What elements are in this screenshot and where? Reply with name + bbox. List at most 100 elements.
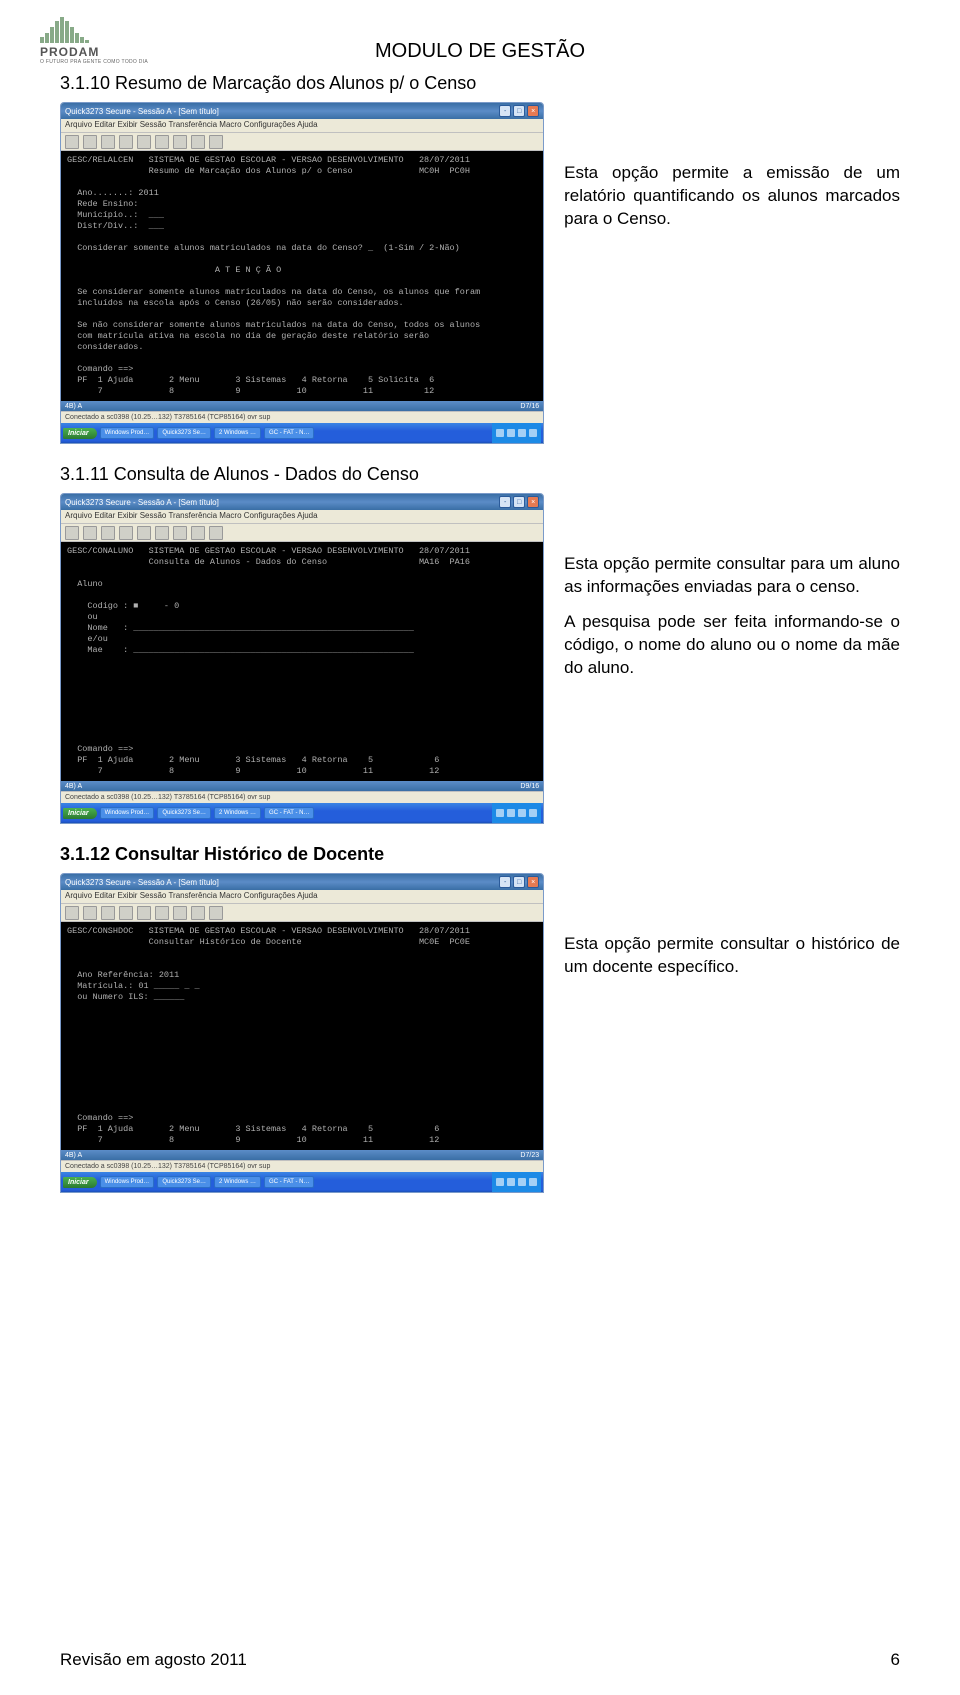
- toolbar-icon[interactable]: [65, 135, 79, 149]
- toolbar-icon[interactable]: [209, 906, 223, 920]
- start-button[interactable]: Iniciar: [63, 1177, 97, 1188]
- taskbar-item[interactable]: GC - FAT - N…: [264, 427, 314, 439]
- status-right: D7/23: [520, 1152, 539, 1159]
- toolbar-icon[interactable]: [209, 135, 223, 149]
- terminal-screen[interactable]: GESC/CONSHDOC SISTEMA DE GESTAO ESCOLAR …: [61, 922, 543, 1150]
- toolbar-icon[interactable]: [83, 906, 97, 920]
- section-block: Quick3273 Secure - Sessão A - [Sem títul…: [60, 493, 900, 824]
- toolbar-icon[interactable]: [101, 906, 115, 920]
- footer-page-number: 6: [891, 1650, 900, 1670]
- tray-icon[interactable]: [496, 1178, 504, 1186]
- taskbar-item[interactable]: Windows Prod…: [100, 807, 155, 819]
- tray-icon[interactable]: [507, 429, 515, 437]
- toolbar-icon[interactable]: [173, 526, 187, 540]
- section-block: Quick3273 Secure - Sessão A - [Sem títul…: [60, 102, 900, 444]
- tray-icon[interactable]: [518, 1178, 526, 1186]
- taskbar-item[interactable]: GC - FAT - N…: [264, 1176, 314, 1188]
- taskbar-item[interactable]: 2 Windows …: [214, 1176, 261, 1188]
- maximize-button[interactable]: □: [513, 496, 525, 508]
- page-footer: Revisão em agosto 2011 6: [60, 1650, 900, 1670]
- toolbar-icon[interactable]: [65, 526, 79, 540]
- taskbar-item[interactable]: Quick3273 Se…: [157, 1176, 211, 1188]
- toolbar-icon[interactable]: [155, 135, 169, 149]
- window-titlebar: Quick3273 Secure - Sessão A - [Sem títul…: [61, 874, 543, 890]
- terminal-screen[interactable]: GESC/RELALCEN SISTEMA DE GESTAO ESCOLAR …: [61, 151, 543, 401]
- toolbar-icon[interactable]: [137, 906, 151, 920]
- toolbar-icon[interactable]: [101, 135, 115, 149]
- taskbar-item[interactable]: 2 Windows …: [214, 807, 261, 819]
- close-button[interactable]: ×: [527, 105, 539, 117]
- terminal-window: Quick3273 Secure - Sessão A - [Sem títul…: [60, 493, 544, 824]
- maximize-button[interactable]: □: [513, 105, 525, 117]
- toolbar-icon[interactable]: [191, 526, 205, 540]
- status-right: D7/16: [520, 403, 539, 410]
- window-title: Quick3273 Secure - Sessão A - [Sem títul…: [65, 107, 219, 116]
- terminal-screen[interactable]: GESC/CONALUNO SISTEMA DE GESTAO ESCOLAR …: [61, 542, 543, 781]
- page-title: MODULO DE GESTÃO: [60, 40, 900, 63]
- taskbar-item[interactable]: Quick3273 Se…: [157, 427, 211, 439]
- description-paragraph: Esta opção permite a emissão de um relat…: [564, 162, 900, 231]
- tray-icon[interactable]: [507, 1178, 515, 1186]
- taskbar-item[interactable]: Quick3273 Se…: [157, 807, 211, 819]
- menubar[interactable]: Arquivo Editar Exibir Sessão Transferênc…: [61, 890, 543, 904]
- start-button[interactable]: Iniciar: [63, 428, 97, 439]
- section-block: Quick3273 Secure - Sessão A - [Sem títul…: [60, 873, 900, 1193]
- tray-icon[interactable]: [529, 1178, 537, 1186]
- taskbar: IniciarWindows Prod…Quick3273 Se…2 Windo…: [61, 803, 543, 823]
- minimize-button[interactable]: -: [499, 496, 511, 508]
- toolbar-icon[interactable]: [173, 906, 187, 920]
- taskbar-item[interactable]: Windows Prod…: [100, 427, 155, 439]
- minimize-button[interactable]: -: [499, 876, 511, 888]
- taskbar-item[interactable]: Windows Prod…: [100, 1176, 155, 1188]
- window-titlebar: Quick3273 Secure - Sessão A - [Sem títul…: [61, 103, 543, 119]
- toolbar-icon[interactable]: [191, 135, 205, 149]
- tray-icon[interactable]: [518, 809, 526, 817]
- section-description: Esta opção permite a emissão de um relat…: [564, 102, 900, 231]
- logo-graphic: [40, 15, 160, 43]
- terminal-statusbar: 4B) AD7/23: [61, 1150, 543, 1160]
- toolbar-icon[interactable]: [191, 906, 205, 920]
- taskbar-item[interactable]: 2 Windows …: [214, 427, 261, 439]
- toolbar-icon[interactable]: [119, 906, 133, 920]
- section-description: Esta opção permite consultar o histórico…: [564, 873, 900, 979]
- tray-icon[interactable]: [507, 809, 515, 817]
- close-button[interactable]: ×: [527, 496, 539, 508]
- toolbar-icon[interactable]: [119, 135, 133, 149]
- toolbar-icon[interactable]: [101, 526, 115, 540]
- toolbar-icon[interactable]: [209, 526, 223, 540]
- tray-icon[interactable]: [518, 429, 526, 437]
- description-paragraph: A pesquisa pode ser feita informando-se …: [564, 611, 900, 680]
- window-statusbar: Conectado a sc0398 (10.25…132) T3785164 …: [61, 411, 543, 423]
- toolbar-icon[interactable]: [83, 526, 97, 540]
- description-paragraph: Esta opção permite consultar o histórico…: [564, 933, 900, 979]
- maximize-button[interactable]: □: [513, 876, 525, 888]
- terminal-statusbar: 4B) AD9/16: [61, 781, 543, 791]
- taskbar-item[interactable]: GC - FAT - N…: [264, 807, 314, 819]
- start-button[interactable]: Iniciar: [63, 808, 97, 819]
- toolbar-icon[interactable]: [155, 526, 169, 540]
- logo-tagline: O FUTURO PRA GENTE COMO TODO DIA: [40, 59, 170, 65]
- minimize-button[interactable]: -: [499, 105, 511, 117]
- tray-icon[interactable]: [496, 429, 504, 437]
- toolbar-icon[interactable]: [173, 135, 187, 149]
- tray-icon[interactable]: [529, 429, 537, 437]
- section-title: 3.1.12 Consultar Histórico de Docente: [60, 844, 900, 865]
- toolbar-icon[interactable]: [137, 526, 151, 540]
- tray-icon[interactable]: [529, 809, 537, 817]
- system-tray: [492, 803, 541, 823]
- tray-icon[interactable]: [496, 809, 504, 817]
- toolbar-icon[interactable]: [65, 906, 79, 920]
- toolbar-icon[interactable]: [83, 135, 97, 149]
- toolbar-icon[interactable]: [155, 906, 169, 920]
- menubar[interactable]: Arquivo Editar Exibir Sessão Transferênc…: [61, 119, 543, 133]
- menubar[interactable]: Arquivo Editar Exibir Sessão Transferênc…: [61, 510, 543, 524]
- section-title: 3.1.10 Resumo de Marcação dos Alunos p/ …: [60, 73, 900, 94]
- close-button[interactable]: ×: [527, 876, 539, 888]
- window-titlebar: Quick3273 Secure - Sessão A - [Sem títul…: [61, 494, 543, 510]
- toolbar-icon[interactable]: [119, 526, 133, 540]
- toolbar-icon[interactable]: [137, 135, 151, 149]
- window-statusbar: Conectado a sc0398 (10.25…132) T3785164 …: [61, 1160, 543, 1172]
- window-title: Quick3273 Secure - Sessão A - [Sem títul…: [65, 498, 219, 507]
- status-left: 4B) A: [65, 403, 82, 410]
- taskbar: IniciarWindows Prod…Quick3273 Se…2 Windo…: [61, 1172, 543, 1192]
